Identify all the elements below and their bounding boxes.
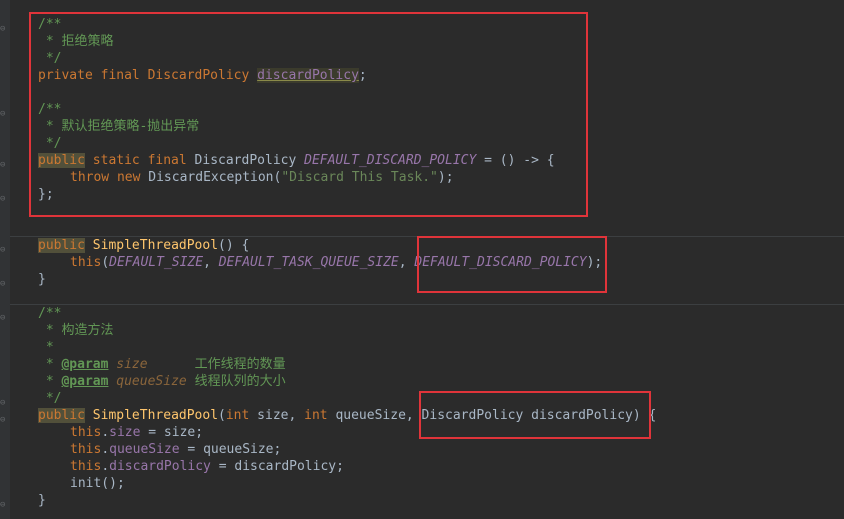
param-queue-size: queueSize, xyxy=(327,408,422,423)
fold-icon[interactable]: ⊖ xyxy=(0,279,10,289)
assign-size[interactable]: this.size = size; xyxy=(70,424,203,441)
param-tag: @param xyxy=(61,374,109,389)
param-desc: 线程队列的大小 xyxy=(194,374,286,389)
fold-icon[interactable]: ⊖ xyxy=(0,109,10,119)
annotation-box-policy-fields xyxy=(29,12,588,217)
init-call[interactable]: init(); xyxy=(70,475,125,492)
fold-icon[interactable]: ⊖ xyxy=(0,313,10,323)
field-discard-policy: discardPolicy xyxy=(109,459,211,474)
param-size: size, xyxy=(249,408,305,423)
doc-comment-open: /** xyxy=(38,306,62,321)
assign-rhs: = size; xyxy=(140,425,204,440)
paren-open: ( xyxy=(101,255,110,270)
method-separator xyxy=(10,304,844,305)
block-close: } xyxy=(38,272,46,287)
param-name: size xyxy=(116,357,148,372)
arg-default-size: DEFAULT_SIZE xyxy=(109,255,204,270)
fold-icon[interactable]: ⊖ xyxy=(0,194,10,204)
constructor-name[interactable]: SimpleThreadPool xyxy=(93,238,218,253)
keyword-this: this xyxy=(70,442,102,457)
default-constructor-signature[interactable]: public SimpleThreadPool() { xyxy=(38,237,249,254)
param-tag: @param xyxy=(61,357,109,372)
block-close: } xyxy=(38,493,46,508)
keyword-int: int xyxy=(225,408,250,423)
keyword-int: int xyxy=(304,408,328,423)
assign-rhs: = queueSize; xyxy=(179,442,282,457)
doc-param-size: * @param size 工作线程的数量 xyxy=(38,357,286,372)
field-queue-size: queueSize xyxy=(109,442,180,457)
doc-comment-blank: * xyxy=(38,340,54,355)
paren-open: ( xyxy=(218,408,226,423)
field-size: size xyxy=(109,425,141,440)
assign-discard-policy[interactable]: this.discardPolicy = discardPolicy; xyxy=(70,458,344,475)
fold-icon[interactable]: ⊖ xyxy=(0,415,10,425)
annotation-box-default-policy-arg xyxy=(417,236,607,293)
constructor-sig: () { xyxy=(218,238,250,253)
arg-default-task-queue-size: DEFAULT_TASK_QUEUE_SIZE xyxy=(218,255,399,270)
param-desc: 工作线程的数量 xyxy=(194,357,286,372)
assign-queue-size[interactable]: this.queueSize = queueSize; xyxy=(70,441,281,458)
comma: , xyxy=(203,255,219,270)
doc-comment-text: * 构造方法 xyxy=(38,323,114,338)
fold-icon[interactable]: ⊖ xyxy=(0,160,10,170)
keyword-this: this xyxy=(70,255,102,270)
fold-icon[interactable]: ⊖ xyxy=(0,245,10,255)
editor-gutter xyxy=(0,0,10,519)
keyword-public: public xyxy=(38,238,85,253)
keyword-this: this xyxy=(70,425,102,440)
keyword-this: this xyxy=(70,459,102,474)
constructor-name[interactable]: SimpleThreadPool xyxy=(93,408,218,423)
doc-param-queue-size: * @param queueSize 线程队列的大小 xyxy=(38,374,286,389)
fold-icon[interactable]: ⊖ xyxy=(0,500,10,510)
keyword-public: public xyxy=(38,408,85,423)
param-name: queueSize xyxy=(116,374,187,389)
doc-comment-close: */ xyxy=(38,391,62,406)
comma: , xyxy=(398,255,415,270)
annotation-box-policy-param xyxy=(419,391,651,439)
assign-rhs: = discardPolicy; xyxy=(210,459,344,474)
fold-icon[interactable]: ⊖ xyxy=(0,24,10,34)
fold-icon[interactable]: ⊖ xyxy=(0,398,10,408)
